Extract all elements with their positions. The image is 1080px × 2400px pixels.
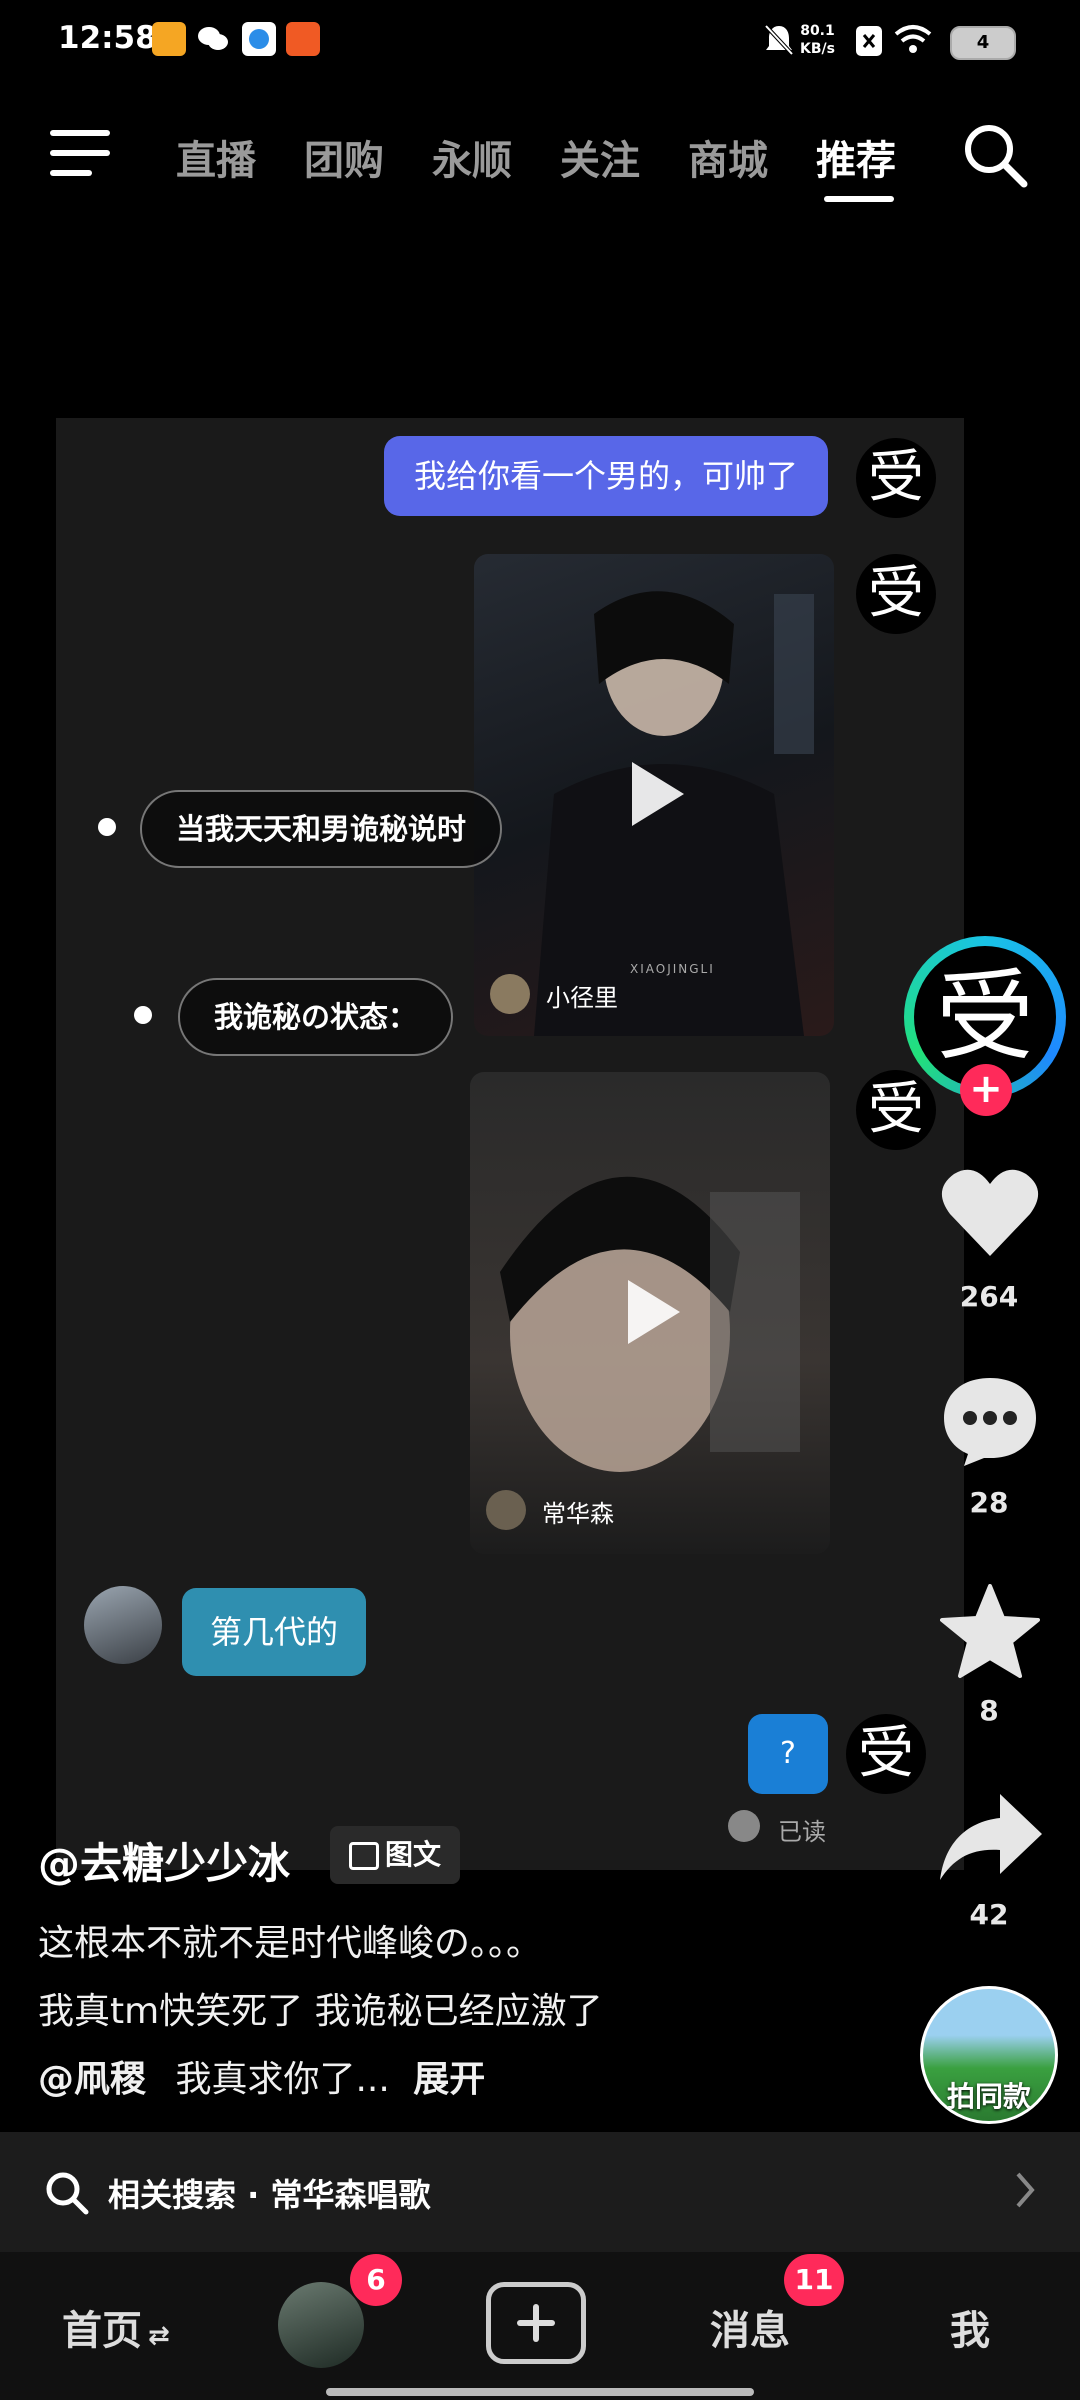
home-indicator	[326, 2388, 754, 2396]
wechat-icon	[196, 22, 230, 56]
post-image-card[interactable]: 我给你看一个男的，可帅了 受 受 XIAOJINGLI 小径里 受 常华森 第几…	[56, 418, 964, 1870]
tab-group-buy[interactable]: 团购	[304, 128, 384, 186]
share-count: 42	[969, 1898, 1009, 1931]
overlay-caption-2: 我诡秘の状态：	[178, 978, 454, 1056]
tab-recommend[interactable]: 推荐	[816, 128, 896, 186]
tab-home-label: 首页	[62, 2308, 142, 2354]
app-icon	[242, 22, 276, 56]
tab-home[interactable]: 首页 ⇄	[62, 2298, 170, 2356]
tab-me[interactable]: 我	[950, 2298, 990, 2356]
tab-following[interactable]: 关注	[560, 128, 640, 186]
friends-tab-avatar[interactable]	[278, 2282, 364, 2368]
net-speed-value: 80.1	[800, 23, 835, 39]
follow-plus-icon[interactable]: +	[960, 1064, 1012, 1116]
net-speed-unit: KB/s	[800, 41, 835, 57]
share-icon[interactable]	[938, 1790, 1044, 1888]
friends-badge: 6	[350, 2254, 402, 2306]
battery-icon: 4	[950, 26, 1016, 60]
caption-line-1: 这根本不就不是时代峰峻の。。。	[38, 1923, 543, 1964]
chat-avatar: 受	[856, 438, 936, 518]
image-text-icon	[348, 1842, 379, 1870]
weibo-icon	[152, 22, 186, 56]
tab-mall[interactable]: 商城	[688, 128, 768, 186]
chat-bubble-received: 第几代的	[182, 1588, 367, 1676]
caption-text: 我真求你了...	[175, 2059, 390, 2100]
chevron-right-icon	[1012, 2168, 1038, 2216]
related-search-label: 相关搜索 · 常华森唱歌	[108, 2176, 431, 2214]
chat-avatar: 受	[846, 1714, 926, 1794]
user-avatar	[84, 1586, 162, 1664]
overlay-caption-1: 当我天天和男诡秘说时	[140, 790, 503, 868]
author-avatar	[486, 1490, 526, 1530]
chat-avatar: 受	[856, 554, 936, 634]
tab-live[interactable]: 直播	[176, 128, 256, 186]
bottom-nav: 首页 ⇄ 6 消息 11 我	[0, 2252, 1080, 2400]
post-type-tag: 图文	[330, 1826, 460, 1884]
no-sim-icon	[856, 26, 882, 56]
caption-line-3: @凧稷 我真求你了... 展开	[38, 2050, 485, 2102]
overlay-dot	[134, 1006, 152, 1024]
net-speed: 80.1 KB/s	[800, 22, 835, 58]
chat-avatar: 受	[856, 1070, 936, 1150]
video-author: 常华森	[542, 1500, 614, 1528]
video-thumbnail-1[interactable]: XIAOJINGLI 小径里	[474, 554, 834, 1036]
battery-level: 4	[976, 32, 990, 53]
search-icon	[44, 2170, 90, 2220]
play-icon[interactable]	[632, 762, 684, 826]
wifi-icon	[894, 24, 932, 60]
comment-count: 28	[969, 1486, 1009, 1519]
status-bar: 12:58 80.1 KB/s 4	[0, 0, 1080, 90]
chat-bubble-question: ?	[748, 1714, 828, 1794]
mute-icon	[762, 22, 796, 62]
overlay-dot	[98, 818, 116, 836]
post-type-label: 图文	[384, 1838, 441, 1871]
tab-messages[interactable]: 消息	[710, 2298, 790, 2356]
active-tab-indicator	[824, 196, 894, 202]
expand-link[interactable]: 展开	[413, 2059, 485, 2100]
plus-icon	[517, 2304, 555, 2342]
video-author: 小径里	[546, 984, 618, 1012]
messages-badge: 11	[784, 2254, 844, 2306]
same-style-button[interactable]: 拍同款	[920, 1986, 1058, 2124]
like-heart-icon[interactable]	[940, 1166, 1040, 1262]
video-watermark: XIAOJINGLI	[630, 962, 715, 976]
search-icon[interactable]	[962, 122, 1028, 192]
create-button[interactable]	[486, 2282, 586, 2364]
read-status: 已读	[778, 1818, 826, 1846]
video-thumbnail-2[interactable]: 常华森	[470, 1072, 830, 1554]
read-avatar	[728, 1810, 760, 1842]
favorite-count: 8	[979, 1694, 999, 1727]
clock: 12:58	[58, 20, 157, 56]
menu-icon[interactable]	[50, 128, 112, 182]
author-avatar	[490, 974, 530, 1014]
author-name[interactable]: @去糖少少冰	[38, 1830, 290, 1891]
play-icon[interactable]	[628, 1280, 680, 1344]
swap-arrows-icon: ⇄	[148, 2321, 170, 2351]
favorite-star-icon[interactable]	[940, 1584, 1040, 1684]
related-search-bar[interactable]: 相关搜索 · 常华森唱歌	[0, 2132, 1080, 2252]
comment-icon[interactable]	[940, 1374, 1040, 1470]
mention-link[interactable]: @凧稷	[38, 2059, 146, 2100]
caption-line-2: 我真tm快笑死了 我诡秘已经应激了	[38, 1991, 603, 2032]
same-style-label: 拍同款	[946, 2080, 1031, 2113]
shop-app-icon	[286, 22, 320, 56]
like-count: 264	[959, 1280, 1019, 1313]
chat-bubble-sent: 我给你看一个男的，可帅了	[384, 436, 829, 516]
tab-local[interactable]: 永顺	[432, 128, 512, 186]
